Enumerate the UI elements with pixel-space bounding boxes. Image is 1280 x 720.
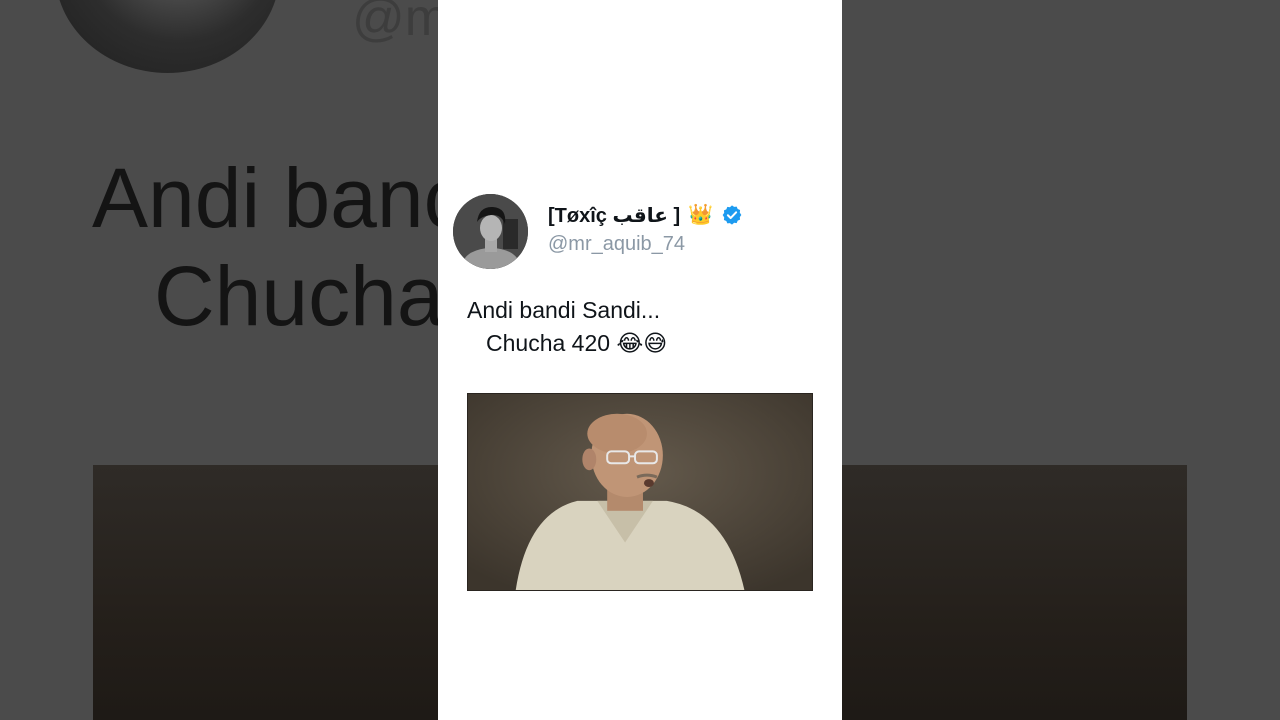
verified-badge-icon [722,205,742,225]
background-avatar [55,0,280,73]
tweet-text: Andi bandi Sandi... Chucha 420 😂😅 [467,294,667,360]
profile-photo-icon [453,194,528,269]
tweet-card: [Tøxîç عاقب ] 👑 @mr_aquib_74 Andi bandi … [438,0,842,720]
display-name[interactable]: [Tøxîç عاقب ] [548,203,680,228]
tweet-text-line2: Chucha 420 😂😅 [486,330,668,356]
tweet-text-line1: Andi bandi Sandi... [467,297,661,323]
video-still-icon [468,394,812,590]
author-name-row: [Tøxîç عاقب ] 👑 [548,200,743,230]
background-handle-text: @m [352,0,449,47]
tweet-media[interactable] [467,393,813,591]
crown-icon: 👑 [688,204,714,226]
author-handle[interactable]: @mr_aquib_74 [548,233,685,256]
background-tweet-line2: Chucha [154,249,444,343]
background-tweet-line1: Andi banc [92,151,466,245]
profile-avatar[interactable] [453,194,528,269]
